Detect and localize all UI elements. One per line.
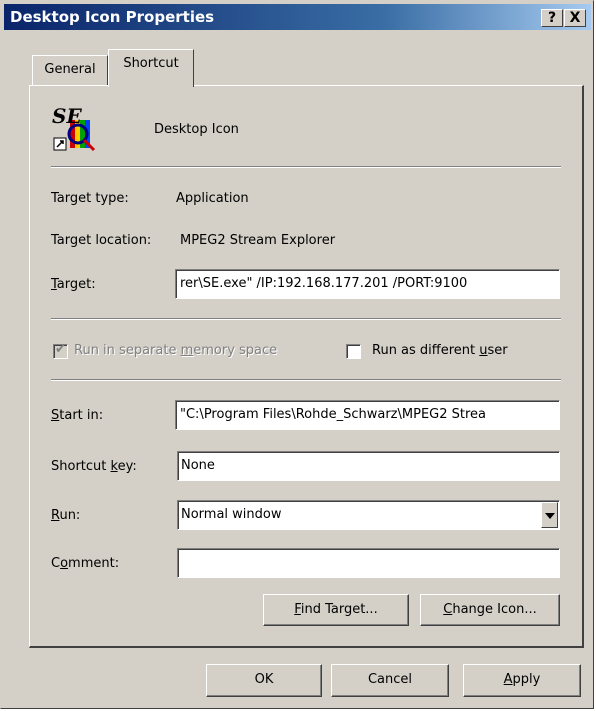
run-select[interactable]: Normal window: [177, 500, 560, 530]
comment-label: Comment:: [51, 556, 119, 571]
shortcut-panel: SE Desktop Icon Target type: Application…: [29, 85, 584, 648]
divider: [51, 318, 561, 320]
start-in-label-rest: tart in:: [59, 408, 104, 423]
apply-mnemonic: A: [503, 672, 513, 687]
tab-general-label: General: [44, 62, 96, 77]
target-type-value: Application: [176, 191, 249, 206]
shortcut-icon-letters: SE: [52, 104, 82, 128]
shortcut-key-label-mnemonic: k: [110, 459, 118, 474]
close-button[interactable]: X: [564, 9, 586, 27]
comment-label-part: mment:: [68, 556, 120, 571]
run-label-rest: un:: [59, 508, 81, 523]
target-input[interactable]: rer\SE.exe" /IP:192.168.177.201 /PORT:91…: [175, 269, 560, 299]
start-in-label: Start in:: [51, 408, 103, 423]
target-type-label: Target type:: [51, 191, 129, 206]
start-in-input-value: "C:\Program Files\Rohde_Schwarz\MPEG2 St…: [180, 407, 487, 422]
shortcut-name: Desktop Icon: [154, 122, 239, 137]
find-target-button[interactable]: Find Target...: [263, 594, 409, 626]
help-button[interactable]: ?: [541, 9, 563, 27]
run-label: Run:: [51, 508, 80, 523]
shortcut-key-label-part: ey:: [117, 459, 137, 474]
run-separate-memory-label: Run in separate memory space: [74, 343, 277, 358]
target-input-value: rer\SE.exe" /IP:192.168.177.201 /PORT:91…: [180, 276, 468, 291]
run-as-different-user-checkbox[interactable]: [346, 344, 361, 359]
run-as-label-part: ser: [487, 343, 508, 358]
window-title: Desktop Icon Properties: [10, 8, 215, 26]
apply-button[interactable]: Apply: [463, 664, 581, 697]
run-as-different-user-label: Run as different user: [372, 343, 508, 358]
comment-label-mnemonic: o: [60, 556, 69, 571]
run-select-value: Normal window: [181, 507, 282, 522]
ok-button[interactable]: OK: [206, 664, 322, 697]
target-location-label: Target location:: [51, 233, 152, 248]
divider: [51, 379, 561, 381]
tab-general[interactable]: General: [32, 55, 108, 85]
run-separate-memory-checkbox[interactable]: ✔: [53, 342, 68, 359]
properties-dialog: Desktop Icon Properties ? X General Shor…: [0, 0, 594, 709]
start-in-input[interactable]: "C:\Program Files\Rohde_Schwarz\MPEG2 St…: [175, 400, 560, 430]
change-icon-button[interactable]: Change Icon...: [420, 594, 560, 626]
change-icon-label: hange Icon...: [452, 602, 537, 617]
comment-input[interactable]: [177, 548, 560, 578]
target-label: Target:: [51, 277, 96, 292]
chevron-down-icon: [545, 513, 555, 519]
comment-label-part: C: [51, 556, 61, 571]
shortcut-app-icon: SE: [52, 104, 98, 152]
run-separate-label-part: emory space: [193, 343, 278, 358]
run-as-label-mnemonic: u: [479, 343, 488, 358]
find-target-label: ind Target...: [300, 602, 378, 617]
tab-join: [109, 84, 193, 87]
shortcut-key-label: Shortcut key:: [51, 459, 137, 474]
checkmark-icon: ✔: [55, 342, 66, 357]
change-icon-mnemonic: C: [443, 602, 453, 617]
run-dropdown-button[interactable]: [541, 502, 558, 528]
apply-label: pply: [512, 672, 541, 687]
run-as-label-part: Run as different: [372, 343, 480, 358]
run-separate-label-part: Run in separate: [74, 343, 181, 358]
tab-shortcut[interactable]: Shortcut: [108, 49, 194, 87]
divider: [51, 166, 561, 168]
shortcut-key-input[interactable]: None: [177, 451, 560, 481]
cancel-button[interactable]: Cancel: [331, 664, 449, 697]
title-bar[interactable]: Desktop Icon Properties ? X: [4, 4, 591, 30]
tab-shortcut-label: Shortcut: [123, 56, 179, 71]
target-location-value: MPEG2 Stream Explorer: [180, 233, 336, 248]
run-separate-label-mnemonic: m: [180, 343, 194, 358]
target-label-rest: arget:: [56, 277, 96, 292]
shortcut-key-label-part: Shortcut: [51, 459, 111, 474]
shortcut-key-input-value: None: [181, 458, 215, 473]
